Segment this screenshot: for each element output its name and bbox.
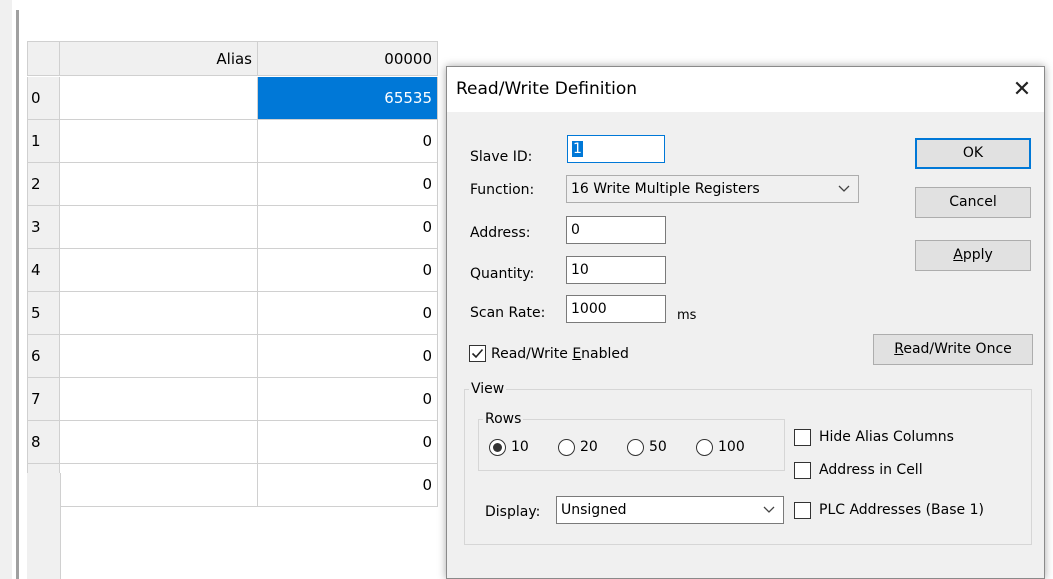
display-label: Display: (485, 504, 541, 520)
address-column-header[interactable]: 00000 (258, 41, 438, 76)
rows-radio-label[interactable]: 10 (511, 438, 529, 456)
rw-enabled-text-1: Read/Write (491, 346, 573, 362)
grid-empty-index-area (27, 473, 61, 579)
read-write-definition-dialog: Read/Write Definition ✕ Slave ID: 1 Func… (446, 66, 1045, 579)
value-cell[interactable]: 0 (258, 421, 438, 464)
row-index-cell[interactable]: 5 (27, 292, 60, 335)
dialog-title: Read/Write Definition (456, 79, 638, 99)
alias-cell[interactable] (60, 249, 258, 292)
radio-selected-dot (493, 443, 502, 452)
row-index-cell[interactable]: 1 (27, 120, 60, 163)
dialog-titlebar[interactable]: Read/Write Definition ✕ (447, 67, 1044, 112)
plc-addresses-label[interactable]: PLC Addresses (Base 1) (819, 501, 984, 519)
row-index-cell[interactable]: 8 (27, 421, 60, 464)
value-cell[interactable]: 0 (258, 120, 438, 163)
ok-button[interactable]: OK (915, 138, 1031, 169)
scan-rate-label: Scan Rate: (470, 305, 546, 321)
plc-addresses-checkbox[interactable] (794, 502, 811, 519)
row-index-cell[interactable]: 6 (27, 335, 60, 378)
value-cell[interactable]: 0 (258, 292, 438, 335)
cancel-button[interactable]: Cancel (915, 187, 1031, 218)
apply-accel: A (953, 247, 963, 263)
rows-radio-10[interactable] (489, 439, 506, 456)
scan-rate-unit: ms (677, 308, 697, 323)
grid-corner-cell[interactable] (27, 41, 60, 76)
alias-cell[interactable] (60, 206, 258, 249)
alias-cell[interactable] (60, 120, 258, 163)
read-write-once-button[interactable]: Read/Write Once (873, 334, 1033, 365)
rw-enabled-text-2: nabled (581, 346, 629, 362)
rw-enabled-accel: E (572, 346, 582, 362)
address-in-cell-label[interactable]: Address in Cell (819, 461, 923, 479)
rows-radio-50[interactable] (627, 439, 644, 456)
chevron-down-icon (763, 506, 775, 513)
alias-cell[interactable] (60, 163, 258, 206)
quantity-label: Quantity: (470, 266, 535, 282)
scan-rate-input[interactable]: 1000 (566, 295, 666, 323)
quantity-input[interactable]: 10 (566, 256, 666, 284)
function-label: Function: (470, 182, 535, 198)
once-accel: R (894, 341, 904, 357)
value-cell[interactable]: 0 (258, 335, 438, 378)
value-cell[interactable]: 65535 (258, 77, 438, 120)
apply-text: pply (962, 247, 993, 263)
rows-radio-100[interactable] (696, 439, 713, 456)
row-index-cell[interactable]: 2 (27, 163, 60, 206)
address-input[interactable]: 0 (566, 216, 666, 244)
function-value: 16 Write Multiple Registers (571, 181, 760, 197)
chevron-down-icon (838, 185, 850, 192)
hide-alias-columns-label[interactable]: Hide Alias Columns (819, 428, 954, 446)
rows-radio-20[interactable] (558, 439, 575, 456)
alias-cell[interactable] (60, 464, 258, 507)
alias-cell[interactable] (60, 335, 258, 378)
alias-column-header[interactable]: Alias (60, 41, 258, 76)
slave-id-value: 1 (572, 141, 583, 157)
window-splitter[interactable] (16, 10, 19, 579)
row-index-cell[interactable]: 3 (27, 206, 60, 249)
display-select[interactable]: Unsigned (556, 496, 784, 524)
address-label: Address: (470, 225, 531, 241)
value-cell[interactable]: 0 (258, 163, 438, 206)
function-select[interactable]: 16 Write Multiple Registers (566, 175, 859, 203)
close-icon[interactable]: ✕ (1000, 67, 1044, 112)
view-caption: View (469, 381, 507, 397)
checkmark-icon (471, 348, 484, 359)
alias-cell[interactable] (60, 77, 258, 120)
rows-caption: Rows (483, 411, 524, 427)
display-value: Unsigned (561, 502, 627, 518)
read-write-enabled-checkbox[interactable] (469, 345, 486, 362)
alias-cell[interactable] (60, 378, 258, 421)
slave-id-input[interactable]: 1 (567, 135, 665, 163)
row-index-cell[interactable]: 7 (27, 378, 60, 421)
alias-cell[interactable] (60, 292, 258, 335)
value-cell[interactable]: 0 (258, 464, 438, 507)
window-left-edge (0, 0, 12, 579)
row-index-cell[interactable]: 0 (27, 77, 60, 120)
once-text: ead/Write Once (903, 341, 1012, 357)
rows-radio-label[interactable]: 50 (649, 438, 667, 456)
value-cell[interactable]: 0 (258, 378, 438, 421)
rows-radio-label[interactable]: 20 (580, 438, 598, 456)
read-write-enabled-label[interactable]: Read/Write Enabled (491, 345, 629, 363)
value-cell[interactable]: 0 (258, 206, 438, 249)
address-in-cell-checkbox[interactable] (794, 462, 811, 479)
slave-id-label: Slave ID: (470, 149, 533, 165)
hide-alias-columns-checkbox[interactable] (794, 429, 811, 446)
apply-button[interactable]: Apply (915, 240, 1031, 271)
value-cell[interactable]: 0 (258, 249, 438, 292)
row-index-cell[interactable]: 4 (27, 249, 60, 292)
alias-cell[interactable] (60, 421, 258, 464)
rows-radio-label[interactable]: 100 (718, 438, 745, 456)
